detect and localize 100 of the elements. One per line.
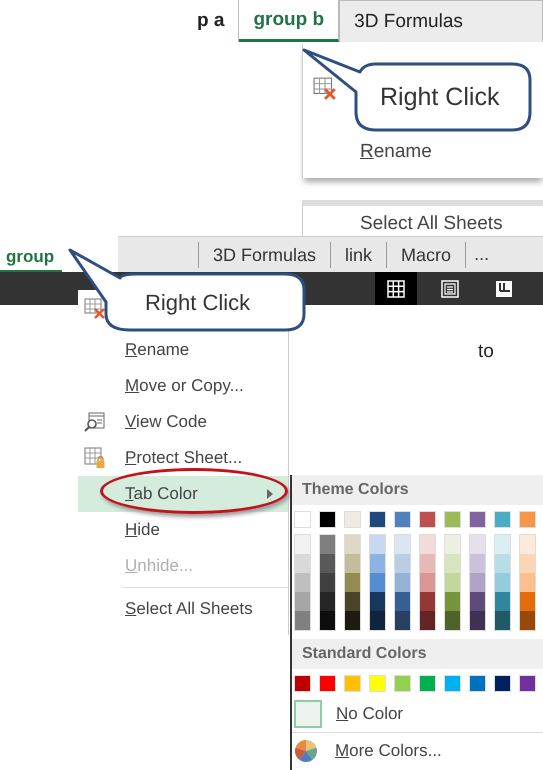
- menu-item[interactable]: Protect Sheet...: [78, 440, 288, 476]
- color-swatch[interactable]: [420, 592, 435, 611]
- color-swatch[interactable]: [445, 573, 460, 592]
- sheet-lock-icon: [84, 447, 106, 469]
- color-swatch[interactable]: [494, 511, 511, 528]
- color-swatch[interactable]: [295, 611, 310, 630]
- note-text: to: [478, 341, 494, 363]
- page-break-icon: [495, 280, 513, 298]
- sheet-tab[interactable]: Macro: [387, 242, 466, 268]
- color-swatch[interactable]: [419, 675, 436, 692]
- color-swatch[interactable]: [369, 675, 386, 692]
- menu-item[interactable]: Move or Copy...: [78, 368, 288, 404]
- more-tabs-button[interactable]: ...: [466, 244, 490, 265]
- color-swatch[interactable]: [420, 554, 435, 573]
- menu-item[interactable]: Rename: [78, 332, 288, 368]
- menu-item[interactable]: Select All Sheets: [78, 591, 288, 627]
- color-swatch[interactable]: [345, 611, 360, 630]
- color-swatch[interactable]: [394, 511, 411, 528]
- color-swatch[interactable]: [520, 535, 535, 554]
- color-swatch[interactable]: [395, 535, 410, 554]
- color-swatch[interactable]: [520, 554, 535, 573]
- color-swatch[interactable]: [320, 573, 335, 592]
- color-swatch[interactable]: [295, 592, 310, 611]
- color-swatch[interactable]: [444, 511, 461, 528]
- color-swatch[interactable]: [470, 611, 485, 630]
- color-swatch[interactable]: [319, 675, 336, 692]
- color-swatch[interactable]: [420, 535, 435, 554]
- color-swatch[interactable]: [320, 554, 335, 573]
- color-swatch[interactable]: [420, 611, 435, 630]
- menu-item[interactable]: Rename: [303, 132, 432, 172]
- sheet-tab[interactable]: p a: [195, 0, 240, 42]
- color-swatch[interactable]: [395, 592, 410, 611]
- color-swatch[interactable]: [469, 675, 486, 692]
- view-code-icon: [84, 411, 106, 433]
- menu-item[interactable]: Select All Sheets: [302, 200, 543, 236]
- color-swatch[interactable]: [470, 592, 485, 611]
- color-swatch[interactable]: [395, 554, 410, 573]
- color-swatch[interactable]: [294, 675, 311, 692]
- color-swatch[interactable]: [370, 611, 385, 630]
- menu-item[interactable]: Tab Color: [78, 476, 288, 512]
- color-swatch[interactable]: [495, 554, 510, 573]
- color-swatch[interactable]: [319, 511, 336, 528]
- color-swatch[interactable]: [445, 592, 460, 611]
- color-swatch[interactable]: [345, 573, 360, 592]
- sheet-tab[interactable]: link: [331, 242, 388, 268]
- color-swatch[interactable]: [344, 511, 361, 528]
- delete-sheet-icon: [313, 76, 337, 100]
- color-swatch[interactable]: [320, 592, 335, 611]
- sheet-tab[interactable]: 3D Formulas: [199, 242, 332, 268]
- color-swatch[interactable]: [470, 535, 485, 554]
- callout-text: Right Click: [380, 83, 500, 112]
- color-swatch[interactable]: [370, 554, 385, 573]
- sheet-tab[interactable]: 3D Formulas: [339, 0, 543, 42]
- color-swatch[interactable]: [444, 675, 461, 692]
- color-swatch[interactable]: [520, 592, 535, 611]
- color-swatch[interactable]: [470, 573, 485, 592]
- color-swatch[interactable]: [295, 554, 310, 573]
- color-swatch[interactable]: [394, 675, 411, 692]
- color-swatch[interactable]: [344, 675, 361, 692]
- page-layout-icon: [441, 280, 459, 298]
- menu-item[interactable]: No Color: [336, 704, 404, 724]
- color-swatch[interactable]: [345, 535, 360, 554]
- color-swatch[interactable]: [370, 535, 385, 554]
- color-swatch[interactable]: [469, 511, 486, 528]
- color-swatch[interactable]: [370, 573, 385, 592]
- menu-item[interactable]: Hide: [78, 512, 288, 548]
- color-swatch[interactable]: [445, 535, 460, 554]
- no-color-swatch[interactable]: [294, 700, 322, 728]
- color-swatch[interactable]: [320, 611, 335, 630]
- color-wheel-icon: [294, 739, 318, 763]
- color-swatch[interactable]: [520, 611, 535, 630]
- color-swatch[interactable]: [519, 511, 536, 528]
- color-swatch[interactable]: [495, 535, 510, 554]
- color-swatch[interactable]: [345, 592, 360, 611]
- menu-item[interactable]: More Colors...: [335, 741, 442, 761]
- color-swatch[interactable]: [369, 511, 386, 528]
- color-swatch[interactable]: [370, 592, 385, 611]
- color-swatch[interactable]: [320, 535, 335, 554]
- color-swatch[interactable]: [470, 554, 485, 573]
- color-swatch[interactable]: [445, 554, 460, 573]
- color-swatch[interactable]: [420, 573, 435, 592]
- color-swatch[interactable]: [294, 511, 311, 528]
- color-swatch[interactable]: [495, 592, 510, 611]
- color-swatch[interactable]: [345, 554, 360, 573]
- submenu-arrow-icon: [267, 489, 273, 499]
- color-swatch[interactable]: [295, 573, 310, 592]
- color-swatch[interactable]: [445, 611, 460, 630]
- color-swatch[interactable]: [395, 611, 410, 630]
- color-swatch[interactable]: [395, 573, 410, 592]
- color-swatch[interactable]: [295, 535, 310, 554]
- color-swatch[interactable]: [495, 611, 510, 630]
- grid-view-button[interactable]: [375, 272, 417, 305]
- color-swatch[interactable]: [495, 573, 510, 592]
- color-swatch[interactable]: [519, 675, 536, 692]
- color-swatch[interactable]: [419, 511, 436, 528]
- color-swatch[interactable]: [520, 573, 535, 592]
- color-swatch[interactable]: [494, 675, 511, 692]
- grid-icon: [387, 280, 405, 298]
- section-heading: Standard Colors: [292, 639, 543, 669]
- menu-item[interactable]: View Code: [78, 404, 288, 440]
